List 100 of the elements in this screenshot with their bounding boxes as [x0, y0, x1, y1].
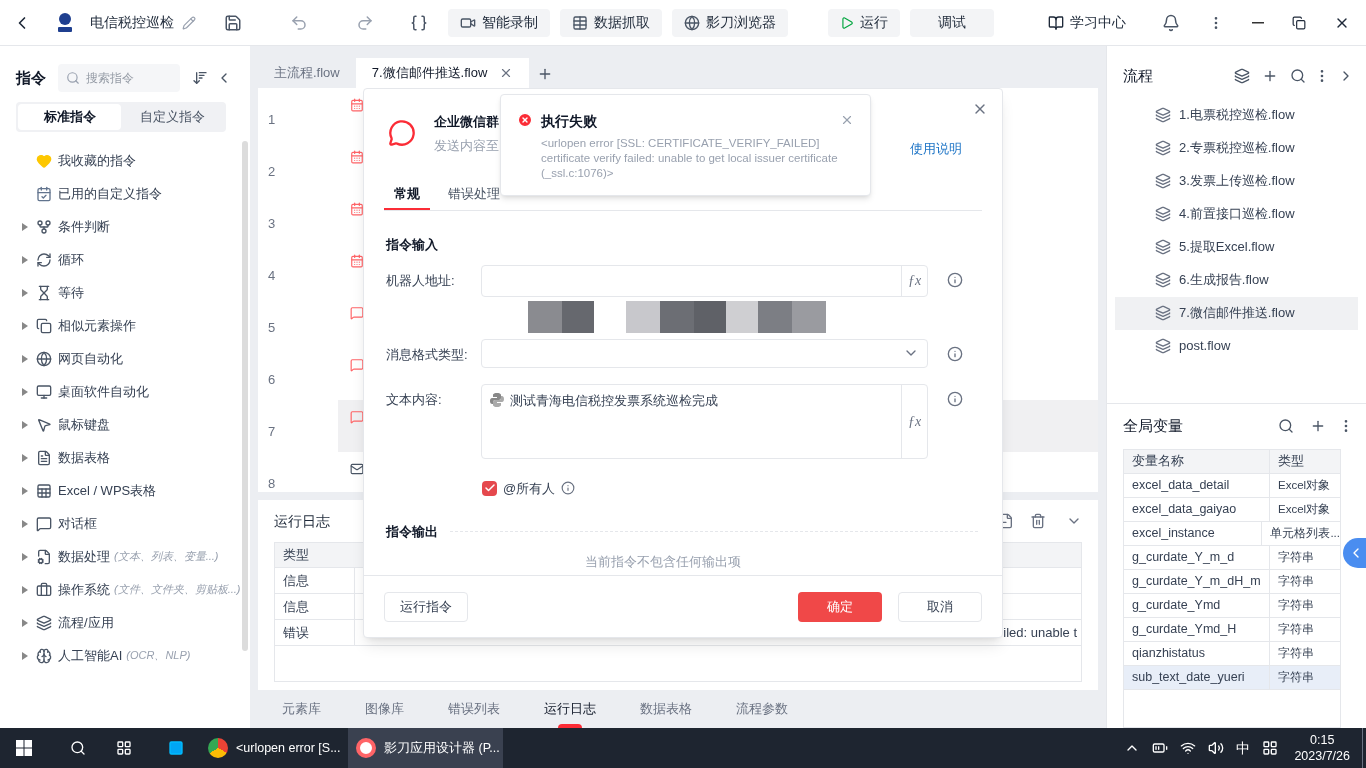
flow-item[interactable]: 5.提取Excel.flow: [1115, 230, 1358, 264]
text-content-field[interactable]: 测试青海电信税控发票系统巡检完成 ƒx: [481, 383, 928, 459]
battery-icon[interactable]: [1152, 740, 1169, 756]
cancel-button[interactable]: 取消: [898, 591, 982, 622]
debug-button[interactable]: 调试: [910, 8, 994, 37]
variable-row[interactable]: g_curdate_Ymd_H 字符串: [1124, 618, 1340, 643]
calendar-icon: [350, 202, 364, 216]
toolbar-button[interactable]: 影刀浏览器: [672, 8, 788, 37]
run-button[interactable]: 运行: [828, 8, 900, 37]
command-category[interactable]: 循环: [0, 243, 242, 276]
toolbar-button[interactable]: 数据抓取: [560, 8, 662, 37]
bottom-tab[interactable]: 图像库: [357, 690, 412, 728]
command-category[interactable]: 条件判断: [0, 210, 242, 243]
start-icon[interactable]: [16, 740, 32, 756]
layers-icon: [1155, 206, 1171, 223]
app-icon[interactable]: [166, 740, 186, 756]
keyboard-icon[interactable]: [1262, 740, 1279, 756]
url-field[interactable]: ƒx: [481, 264, 928, 297]
learning-center-button[interactable]: 学习中心: [1048, 12, 1126, 33]
globe-icon: [36, 350, 52, 367]
undo-button[interactable]: [290, 13, 308, 32]
scrollbar-thumb[interactable]: [242, 141, 248, 651]
command-category[interactable]: 鼠标键盘: [0, 408, 242, 441]
command-category[interactable]: 我收藏的指令: [0, 144, 242, 177]
sheet-icon: [36, 482, 52, 499]
flow-item[interactable]: post.flow: [1115, 329, 1358, 363]
command-category[interactable]: 等待: [0, 276, 242, 309]
info-icon[interactable]: [561, 481, 576, 496]
flow-item[interactable]: 7.微信邮件推送.flow: [1115, 296, 1358, 330]
app-icon: [208, 738, 228, 758]
variable-row[interactable]: excel_instance 单元格列表...: [1124, 522, 1340, 547]
checkbox[interactable]: [482, 480, 497, 496]
command-category[interactable]: 对话框: [0, 507, 242, 540]
task-view-icon[interactable]: [116, 740, 132, 756]
code-button[interactable]: [410, 13, 428, 32]
run-command-button[interactable]: 运行指令: [384, 591, 468, 622]
command-category[interactable]: 操作系统 (文件、文件夹、剪贴板...): [0, 573, 242, 606]
taskbar-app[interactable]: 影刀应用设计器 (P...: [348, 728, 503, 768]
search-button[interactable]: [1278, 418, 1294, 435]
variable-row[interactable]: excel_data_detail Excel对象: [1124, 474, 1340, 499]
notification-button[interactable]: [1162, 13, 1180, 32]
flow-item[interactable]: 4.前置接口巡检.flow: [1115, 197, 1358, 231]
delete-button[interactable]: [1030, 513, 1046, 529]
info-icon[interactable]: [947, 390, 963, 407]
confirm-button[interactable]: 确定: [798, 591, 882, 622]
bottom-tab[interactable]: 数据表格: [632, 690, 700, 728]
tab[interactable]: 标准指令: [18, 104, 121, 130]
new-flow-button[interactable]: [1234, 68, 1250, 85]
flow-item[interactable]: 6.生成报告.flow: [1115, 263, 1358, 297]
volume-icon[interactable]: [1208, 740, 1225, 756]
tab[interactable]: 自定义指令: [121, 104, 224, 130]
expand-icon: [22, 453, 28, 462]
info-icon[interactable]: [947, 345, 963, 362]
minimize-button[interactable]: [1252, 21, 1264, 24]
variable-row[interactable]: g_curdate_Ymd 字符串: [1124, 594, 1340, 619]
command-category[interactable]: 已用的自定义指令: [0, 177, 242, 210]
toolbar-button[interactable]: 智能录制: [448, 8, 550, 37]
file-tab[interactable]: 主流程.flow: [258, 58, 356, 88]
input-method[interactable]: 中: [1236, 737, 1251, 759]
panel-title: 流程: [1123, 66, 1153, 86]
expression-button[interactable]: ƒx: [901, 384, 927, 458]
flow-item[interactable]: 3.发票上传巡检.flow: [1115, 164, 1358, 198]
command-category[interactable]: 流程/应用: [0, 606, 242, 639]
flow-item[interactable]: 2.专票税控巡检.flow: [1115, 131, 1358, 165]
redo-button[interactable]: [356, 13, 374, 32]
line-number: 8: [267, 475, 277, 492]
bottom-tab[interactable]: 流程参数: [728, 690, 796, 728]
search-icon[interactable]: [70, 740, 86, 756]
bottom-tab[interactable]: 运行日志: [536, 690, 604, 728]
search-field[interactable]: 搜索指令: [58, 64, 180, 92]
variable-row[interactable]: g_curdate_Y_m_dH_m 字符串: [1124, 570, 1340, 595]
info-icon[interactable]: [947, 271, 963, 288]
app-icon: [356, 738, 376, 758]
search-button[interactable]: [1290, 68, 1306, 85]
command-category[interactable]: 桌面软件自动化: [0, 375, 242, 408]
save-button[interactable]: [224, 13, 242, 32]
chat-icon: [350, 306, 364, 320]
sort-button[interactable]: [192, 70, 208, 86]
flow-item[interactable]: 1.电票税控巡检.flow: [1115, 98, 1358, 132]
command-category[interactable]: 数据表格: [0, 441, 242, 474]
play-icon: [840, 15, 854, 30]
dialog-tab[interactable]: 常规: [384, 180, 430, 210]
layers-icon: [1234, 68, 1250, 85]
variable-row[interactable]: excel_data_gaiyao Excel对象: [1124, 498, 1340, 523]
expression-button[interactable]: ƒx: [901, 265, 927, 296]
command-category[interactable]: Excel / WPS表格: [0, 474, 242, 507]
file-tab[interactable]: 7.微信邮件推送.flow: [355, 58, 530, 88]
bottom-tab[interactable]: 元素库: [274, 690, 329, 728]
command-category[interactable]: 网页自动化: [0, 342, 242, 375]
wifi-icon[interactable]: [1180, 740, 1197, 756]
command-category[interactable]: 人工智能AI (OCR、NLP): [0, 639, 242, 672]
command-category[interactable]: 数据处理 (文本、列表、变量...): [0, 540, 242, 573]
taskbar-app[interactable]: <urlopen error [S...: [200, 728, 348, 768]
variable-row[interactable]: g_curdate_Y_m_d 字符串: [1124, 546, 1340, 571]
restore-icon: [1292, 15, 1306, 30]
variable-row[interactable]: sub_text_date_yueri 字符串: [1124, 666, 1340, 691]
command-category[interactable]: 相似元素操作: [0, 309, 242, 342]
help-link[interactable]: 使用说明: [910, 139, 962, 159]
bottom-tab[interactable]: 错误列表: [440, 690, 508, 728]
restore-button[interactable]: [1292, 15, 1306, 30]
